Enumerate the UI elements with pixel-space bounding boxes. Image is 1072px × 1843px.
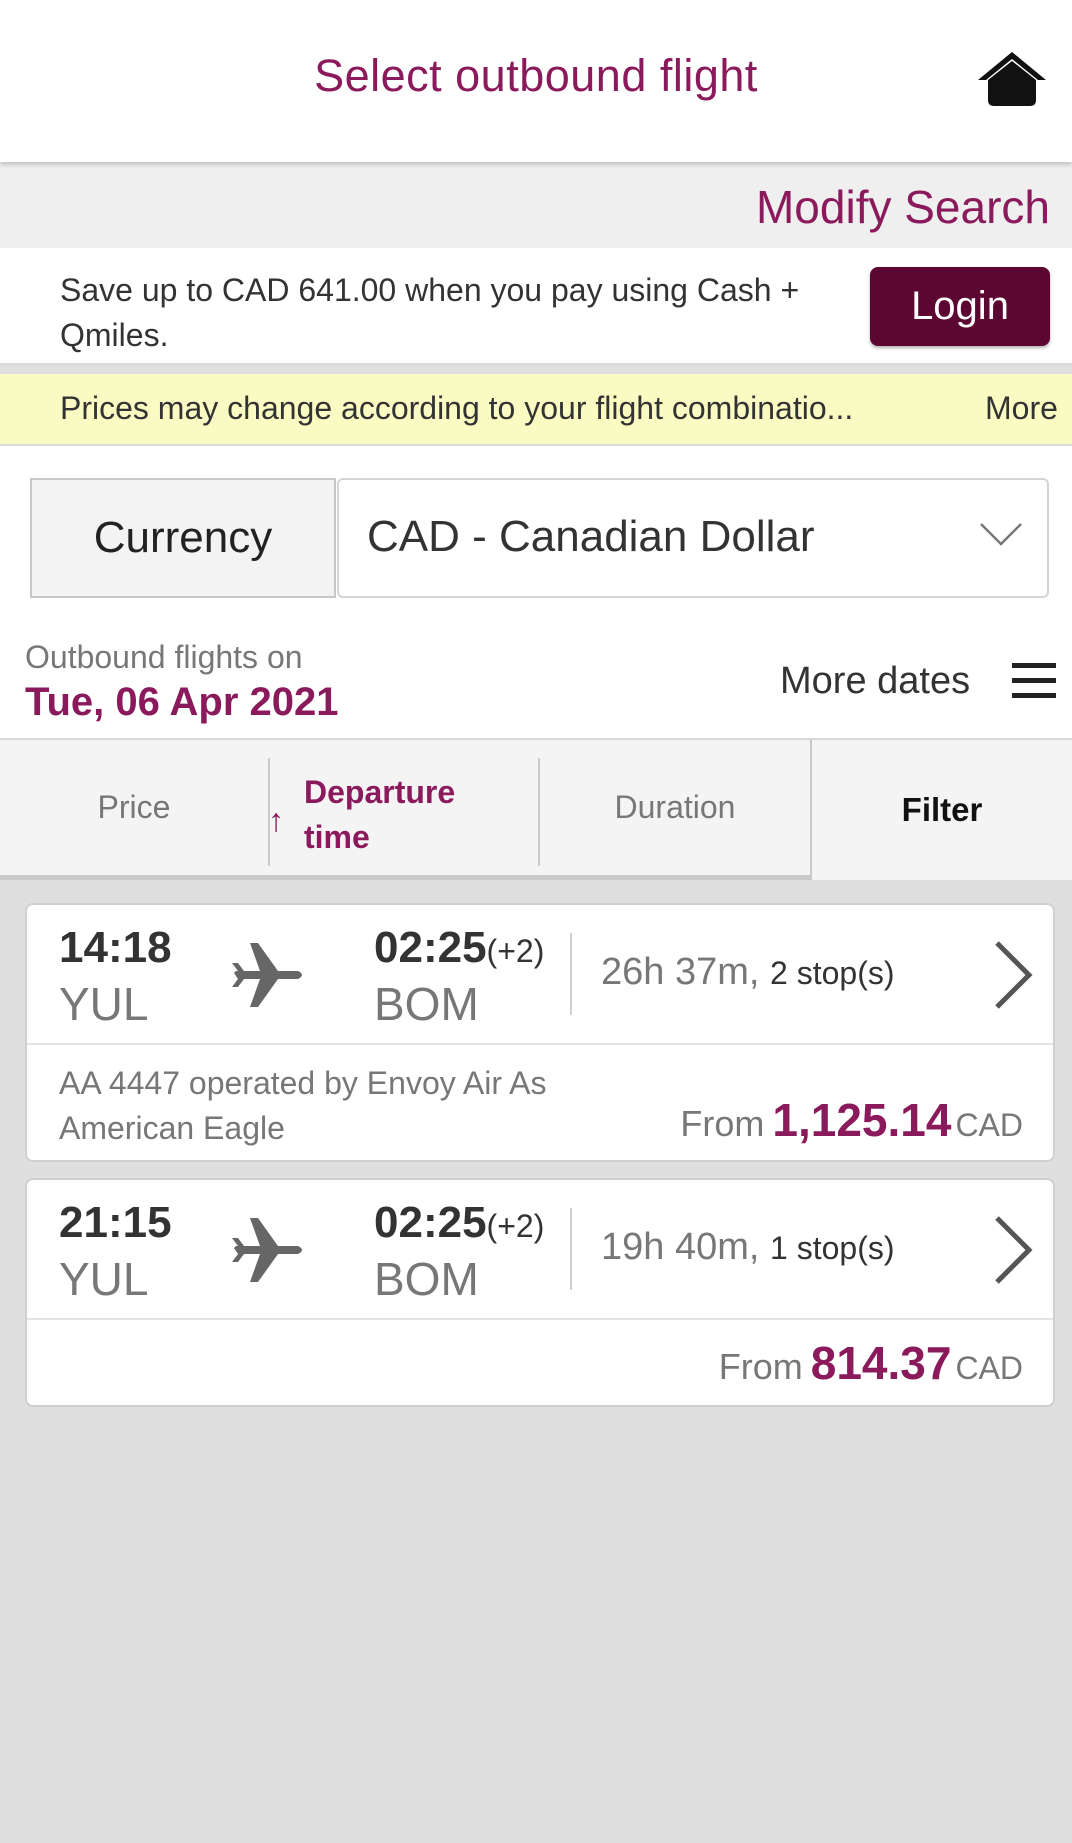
home-icon[interactable] bbox=[976, 50, 1048, 108]
flight-card[interactable]: 21:15 YUL 02:25(+2) BOM 19h 40m, 1 stop(… bbox=[25, 1178, 1055, 1407]
notice-text: Prices may change according to your flig… bbox=[60, 390, 854, 426]
outbound-label: Outbound flights on bbox=[25, 639, 303, 675]
arrival-time: 02:25(+2) bbox=[374, 1198, 544, 1248]
divider bbox=[570, 933, 572, 1015]
flight-card[interactable]: 14:18 YUL 02:25(+2) BOM 26h 37m, 2 stop(… bbox=[25, 903, 1055, 1162]
departure-airport: YUL bbox=[59, 978, 149, 1030]
menu-icon[interactable] bbox=[1012, 661, 1056, 701]
promo-text: Save up to CAD 641.00 when you pay using… bbox=[60, 272, 800, 353]
price-currency: CAD bbox=[955, 1350, 1023, 1386]
from-label: From bbox=[718, 1346, 803, 1387]
arrival-airport: BOM bbox=[374, 978, 479, 1030]
flight-duration: 19h 40m, 1 stop(s) bbox=[601, 1226, 895, 1269]
duration-value: 26h 37m, bbox=[601, 951, 760, 993]
sort-duration-tab[interactable]: Duration bbox=[540, 740, 810, 875]
operator-text: AA 4447 operated by Envoy Air As America… bbox=[59, 1065, 547, 1146]
page-title: Select outbound flight bbox=[314, 50, 758, 101]
sort-ascending-icon: ↑ bbox=[268, 802, 284, 838]
stops-count: 2 stop(s) bbox=[770, 955, 895, 991]
modify-search-bar: Modify Search bbox=[0, 162, 1072, 248]
flight-price: From 1,125.14 CAD bbox=[680, 1093, 1023, 1147]
arrival-day-offset: (+2) bbox=[486, 933, 545, 969]
app-header: Select outbound flight bbox=[0, 0, 1072, 162]
departure-airport: YUL bbox=[59, 1253, 149, 1305]
departure-time: 14:18 bbox=[59, 923, 172, 972]
arrival-time: 02:25(+2) bbox=[374, 923, 544, 973]
currency-label: Currency bbox=[30, 478, 336, 598]
arrival-time-value: 02:25 bbox=[374, 1198, 487, 1247]
flight-details: From 814.37 CAD bbox=[27, 1320, 1053, 1407]
price-currency: CAD bbox=[955, 1107, 1023, 1143]
duration-value: 19h 40m, bbox=[601, 1226, 760, 1268]
modify-search-link[interactable]: Modify Search bbox=[756, 180, 1050, 234]
login-button[interactable]: Login bbox=[870, 267, 1050, 346]
stops-count: 1 stop(s) bbox=[770, 1230, 895, 1266]
more-dates-link[interactable]: More dates bbox=[780, 660, 970, 703]
flight-price: From 814.37 CAD bbox=[719, 1336, 1023, 1390]
chevron-right-icon[interactable] bbox=[987, 1214, 1037, 1286]
sort-departure-label: Departure time bbox=[304, 774, 456, 855]
from-label: From bbox=[680, 1103, 765, 1144]
plane-icon bbox=[232, 943, 302, 1007]
filter-button[interactable]: Filter bbox=[810, 740, 1072, 880]
plane-icon bbox=[232, 1218, 302, 1282]
arrival-day-offset: (+2) bbox=[486, 1208, 545, 1244]
divider bbox=[570, 1208, 572, 1290]
price-notice: Prices may change according to your flig… bbox=[0, 374, 1072, 446]
price-amount: 814.37 bbox=[810, 1337, 952, 1389]
arrival-time-value: 02:25 bbox=[374, 923, 487, 972]
price-amount: 1,125.14 bbox=[772, 1094, 952, 1146]
chevron-down-icon bbox=[980, 523, 1022, 546]
outbound-date: Tue, 06 Apr 2021 bbox=[25, 680, 339, 724]
flight-details: AA 4447 operated by Envoy Air As America… bbox=[27, 1045, 1053, 1162]
sort-price-tab[interactable]: Price bbox=[0, 740, 268, 875]
sort-bar: Price ↑ Departure time Duration Filter bbox=[0, 738, 1072, 880]
arrival-airport: BOM bbox=[374, 1253, 479, 1305]
flight-summary: 14:18 YUL 02:25(+2) BOM 26h 37m, 2 stop(… bbox=[27, 905, 1053, 1045]
chevron-right-icon[interactable] bbox=[987, 939, 1037, 1011]
notice-more-link[interactable]: More bbox=[985, 390, 1058, 427]
currency-value: CAD - Canadian Dollar bbox=[367, 512, 815, 561]
flight-duration: 26h 37m, 2 stop(s) bbox=[601, 951, 895, 994]
departure-time: 21:15 bbox=[59, 1198, 172, 1247]
flight-summary: 21:15 YUL 02:25(+2) BOM 19h 40m, 1 stop(… bbox=[27, 1180, 1053, 1320]
qmiles-promo: Save up to CAD 641.00 when you pay using… bbox=[0, 248, 1072, 366]
currency-select[interactable]: CAD - Canadian Dollar bbox=[337, 478, 1049, 598]
